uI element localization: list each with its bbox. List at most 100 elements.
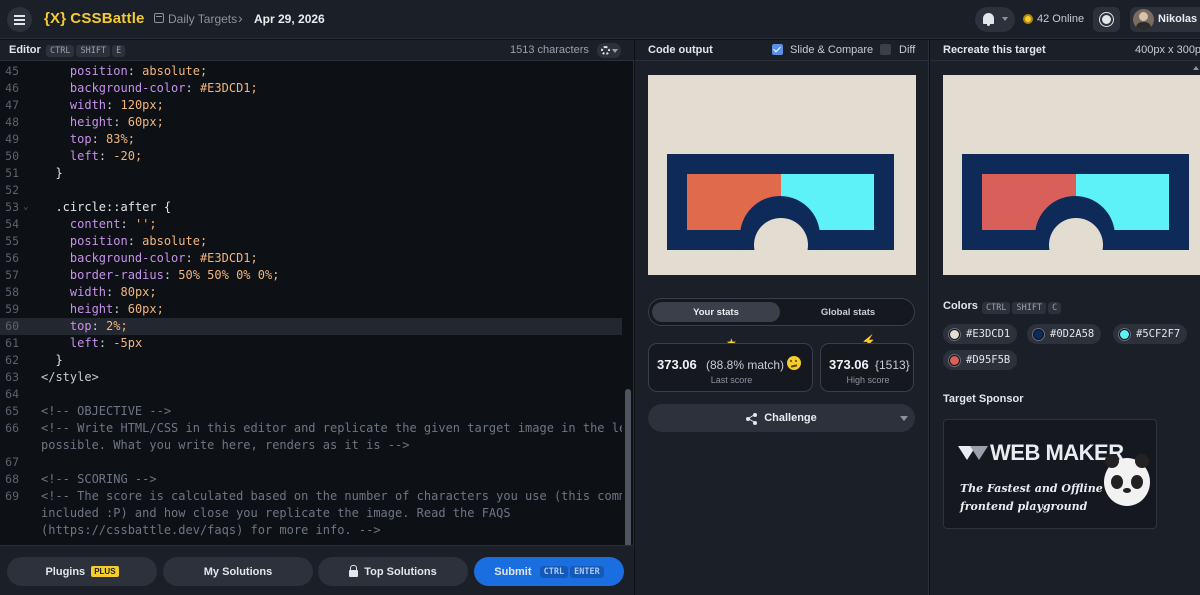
code-line[interactable]: 58 width: 80px;	[0, 284, 622, 301]
code-text: possible. What you write here, renders a…	[41, 438, 410, 452]
challenge-button[interactable]: Challenge	[648, 404, 915, 432]
diff-label[interactable]: Diff	[899, 44, 915, 56]
calendar-icon	[154, 13, 164, 23]
breadcrumb-separator: ›	[238, 10, 243, 26]
menu-button[interactable]	[7, 7, 32, 32]
code-line[interactable]: 53 ⌄ .circle::after {	[0, 199, 622, 216]
code-line[interactable]: 69 <!-- The score is calculated based on …	[0, 488, 622, 505]
chevron-down-icon[interactable]	[900, 416, 908, 421]
slide-compare-label[interactable]: Slide & Compare	[790, 44, 873, 56]
code-text: height: 60px;	[69, 302, 164, 316]
line-number: 66	[5, 421, 19, 435]
code-line[interactable]: 54 content: '';	[0, 216, 622, 233]
code-line[interactable]: 67	[0, 454, 622, 471]
code-line[interactable]: 64	[0, 386, 622, 403]
high-score-card: 373.06 {1513} High score	[820, 343, 914, 392]
code-text: position: absolute;	[69, 64, 208, 78]
breadcrumb-date: Apr 29, 2026	[254, 12, 325, 26]
code-line[interactable]: 62 }	[0, 352, 622, 369]
line-number: 45	[5, 64, 19, 78]
code-line[interactable]: 61 left: -5px	[0, 335, 622, 352]
code-text: width: 80px;	[69, 285, 157, 299]
output-canvas[interactable]	[648, 75, 916, 275]
line-number: 63	[5, 370, 19, 384]
user-menu[interactable]: Nikolas	[1130, 7, 1200, 32]
top-solutions-button[interactable]: Top Solutions	[318, 557, 468, 586]
code-line[interactable]: 65 <!-- OBJECTIVE -->	[0, 403, 622, 420]
last-score-card: 373.06 (88.8% match) Last score	[648, 343, 813, 392]
code-line[interactable]: 57 border-radius: 50% 50% 0% 0%;	[0, 267, 622, 284]
colors-title: Colors	[943, 300, 978, 312]
line-number: 56	[5, 251, 19, 265]
submit-button[interactable]: Submit CTRL ENTER	[474, 557, 624, 586]
color-chip[interactable]: #D95F5B	[943, 350, 1018, 370]
code-line[interactable]: included :P) and how close you replicate…	[0, 505, 622, 522]
kbd-key: C	[1048, 301, 1062, 314]
code-line[interactable]: 60 top: 2%;	[0, 318, 622, 335]
plugins-button[interactable]: Plugins PLUS	[7, 557, 157, 586]
line-number: 69	[5, 489, 19, 503]
code-line[interactable]: 50 left: -20;	[0, 148, 622, 165]
code-text: .circle::after {	[41, 200, 172, 214]
stats-tabs: Your stats Global stats	[648, 298, 915, 326]
code-line[interactable]: 47 width: 120px;	[0, 97, 622, 114]
code-line[interactable]: 46 background-color: #E3DCD1;	[0, 80, 622, 97]
code-line[interactable]: 66 <!-- Write HTML/CSS in this editor and…	[0, 420, 622, 437]
kbd-key: CTRL	[46, 44, 75, 57]
notifications-button[interactable]	[975, 7, 1015, 32]
panda-icon	[1104, 454, 1150, 506]
fold-chevron-icon[interactable]: ⌄	[23, 199, 28, 216]
code-line[interactable]: 48 height: 60px;	[0, 114, 622, 131]
target-panel: Recreate this target 400px x 300px Color…	[930, 40, 1200, 595]
target-title: Recreate this target	[943, 44, 1046, 56]
code-line[interactable]: (https://cssbattle.dev/faqs) for more in…	[0, 522, 622, 539]
code-text: height: 60px;	[69, 115, 164, 129]
code-line[interactable]: 63 </style>	[0, 369, 622, 386]
tab-global-stats[interactable]: Global stats	[784, 302, 912, 322]
code-line[interactable]: 51 }	[0, 165, 622, 182]
code-text: <!-- The score is calculated based on th…	[41, 489, 622, 503]
line-number: 59	[5, 302, 19, 316]
code-line[interactable]: 49 top: 83%;	[0, 131, 622, 148]
scroll-up-icon[interactable]	[1193, 66, 1199, 70]
code-line[interactable]: 56 background-color: #E3DCD1;	[0, 250, 622, 267]
editor-scrollbar[interactable]	[625, 389, 631, 559]
code-editor[interactable]: 45 position: absolute; 46 background-colo…	[0, 63, 622, 583]
color-chip[interactable]: #5CF2F7	[1113, 324, 1188, 344]
target-image[interactable]	[943, 75, 1200, 275]
breadcrumb-daily-targets[interactable]: Daily Targets	[168, 12, 237, 26]
code-line[interactable]: 68 <!-- SCORING -->	[0, 471, 622, 488]
code-text: border-radius: 50% 50% 0% 0%;	[69, 268, 280, 282]
color-chip[interactable]: #0D2A58	[1027, 324, 1102, 344]
line-number: 48	[5, 115, 19, 129]
code-text: </style>	[41, 370, 99, 384]
tab-your-stats[interactable]: Your stats	[652, 302, 780, 322]
theme-toggle-button[interactable]	[1093, 7, 1120, 32]
cssbattle-logo[interactable]: {X} CSSBattle	[44, 10, 145, 27]
slide-compare-checkbox[interactable]	[772, 44, 783, 55]
code-text: top: 2%;	[69, 319, 128, 333]
hamburger-icon	[14, 18, 25, 21]
code-line[interactable]: 55 position: absolute;	[0, 233, 622, 250]
sponsor-banner[interactable]: WEB MAKER The Fastest and Offline fronten…	[943, 419, 1157, 529]
code-line[interactable]: 45 position: absolute;	[0, 63, 622, 80]
webmaker-mark-icon	[958, 446, 988, 460]
code-text: <!-- OBJECTIVE -->	[41, 404, 172, 418]
line-number: 67	[5, 455, 19, 469]
code-line[interactable]: 52	[0, 182, 622, 199]
code-line[interactable]: possible. What you write here, renders a…	[0, 437, 622, 454]
color-swatch	[1119, 328, 1130, 340]
submit-label: Submit	[494, 565, 532, 578]
editor-settings-button[interactable]	[597, 43, 621, 58]
my-solutions-button[interactable]: My Solutions	[163, 557, 313, 586]
kbd-key: CTRL	[539, 565, 569, 578]
code-text: (https://cssbattle.dev/faqs) for more in…	[41, 523, 381, 537]
tagline-line-1: The Fastest and Offline	[960, 482, 1103, 495]
code-text: background-color: #E3DCD1;	[69, 251, 258, 265]
output-header: Code output Slide & Compare Diff	[635, 40, 928, 61]
color-chip[interactable]: #E3DCD1	[943, 324, 1018, 344]
diff-checkbox[interactable]	[880, 44, 891, 55]
code-line[interactable]: 59 height: 60px;	[0, 301, 622, 318]
line-number: 60	[5, 319, 19, 333]
kbd-key: CTRL	[982, 301, 1011, 314]
